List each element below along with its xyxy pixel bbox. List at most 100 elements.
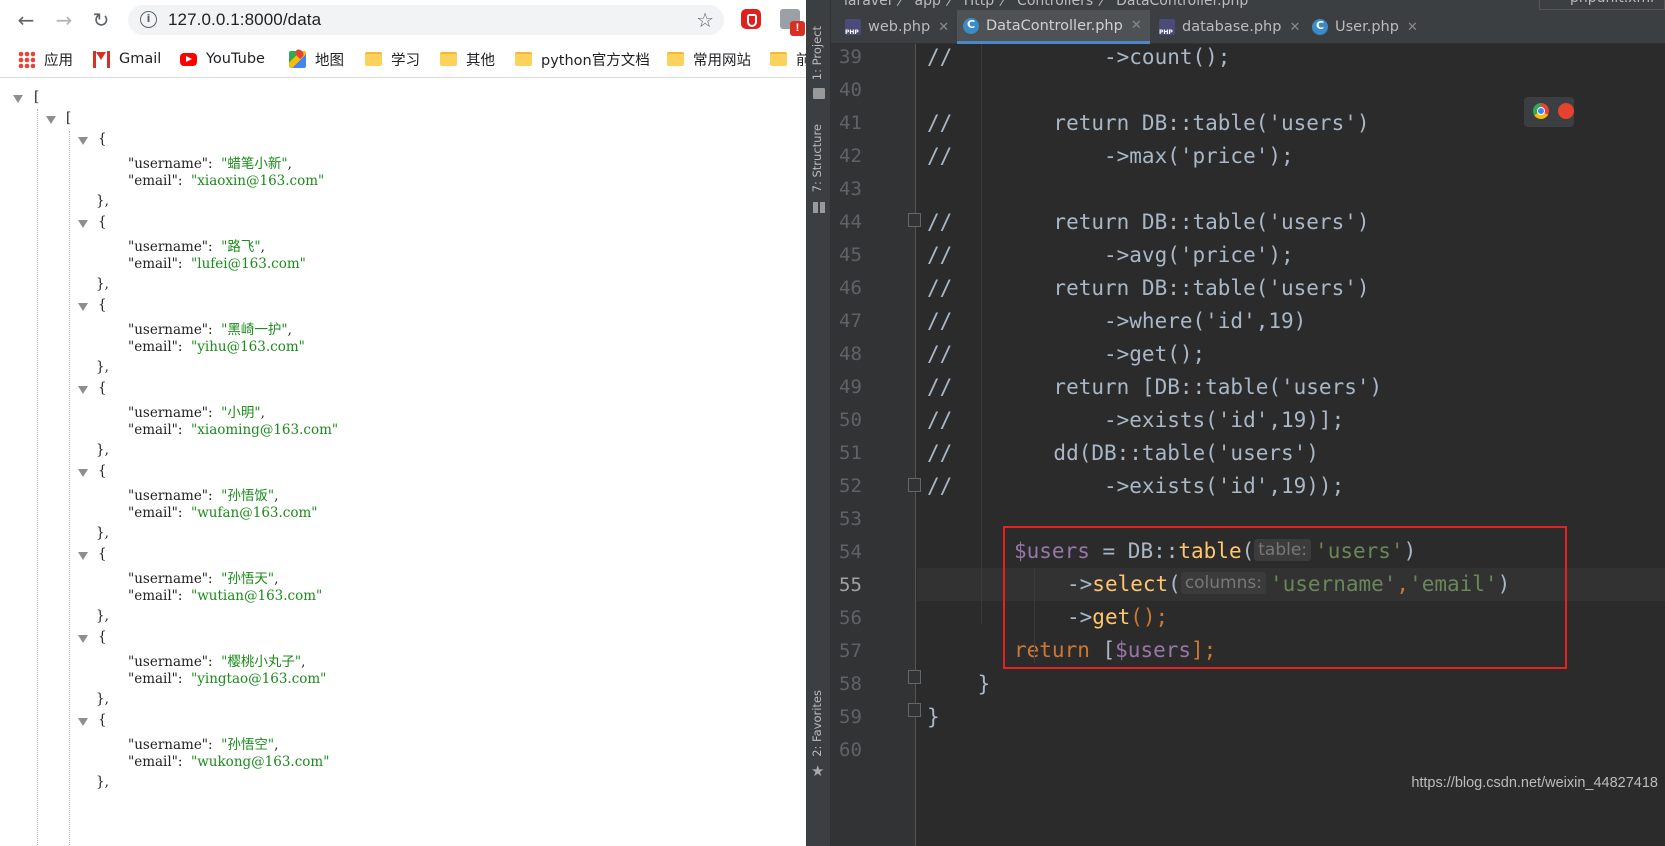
collapse-toggle-icon[interactable] <box>78 469 88 477</box>
code-line: // ->max('price'); <box>927 144 1294 168</box>
favorites-tool-button[interactable]: 2: Favorites <box>810 690 824 757</box>
collapse-toggle-icon[interactable] <box>78 718 88 726</box>
line-number: 58 <box>839 673 862 695</box>
tab-label: web.php <box>868 19 931 35</box>
browser-window: ← → ↻ i 127.0.0.1:8000/data ☆ ! 应用 Gmail Y… <box>0 0 806 846</box>
collapse-toggle-icon[interactable] <box>46 116 56 124</box>
json-brace: { <box>98 712 107 728</box>
structure-tool-button[interactable]: 7: Structure <box>810 124 824 192</box>
bookmark-label: 地图 <box>315 52 344 69</box>
username-value: "黑崎一护" <box>221 322 288 338</box>
collapse-toggle-icon[interactable] <box>78 386 88 394</box>
line-number: 46 <box>839 277 862 299</box>
close-icon[interactable]: ✕ <box>1407 20 1418 35</box>
collapse-toggle-icon[interactable] <box>78 137 88 145</box>
folder-icon <box>365 52 382 66</box>
forward-arrow-icon[interactable]: → <box>51 8 77 32</box>
json-brace: }, <box>96 193 109 209</box>
json-brace: }, <box>96 691 109 707</box>
json-email-row: "email": "yingtao@163.com" <box>128 671 327 687</box>
username-value: "蜡笔小新" <box>221 156 288 172</box>
url-text[interactable]: 127.0.0.1:8000/data <box>168 10 321 30</box>
line-number: 42 <box>839 145 862 167</box>
json-username-row: "username": "路飞", <box>128 239 265 255</box>
bookmark-item[interactable]: 地图 <box>289 49 344 69</box>
bookmark-item[interactable]: 前 <box>770 49 806 69</box>
tab-label: DataController.php <box>986 17 1123 34</box>
folder-icon <box>515 52 532 66</box>
json-email-row: "email": "wukong@163.com" <box>128 754 330 770</box>
line-number: 54 <box>839 541 862 563</box>
code-editor[interactable]: $users = DB::table(table:'users') ->sele… <box>917 44 1665 846</box>
code-line: // ->avg('price'); <box>927 243 1294 267</box>
bookmark-item[interactable]: 其他 <box>440 49 495 69</box>
json-email-row: "email": "yihu@163.com" <box>128 339 305 355</box>
line-number: 49 <box>839 376 862 398</box>
project-tool-button[interactable]: 1: Project <box>810 26 824 80</box>
address-bar[interactable]: i 127.0.0.1:8000/data ☆ <box>128 5 724 35</box>
maps-icon <box>289 50 306 68</box>
editor-tab[interactable]: web.php ✕ <box>839 10 952 44</box>
collapse-toggle-icon[interactable] <box>78 220 88 228</box>
bookmark-item[interactable]: YouTube <box>180 49 265 69</box>
json-guide-line <box>37 109 38 846</box>
breadcrumb: laravel 〉 app 〉 Http 〉 Controllers 〉 Dat… <box>831 0 1665 10</box>
collapse-toggle-icon[interactable] <box>78 552 88 560</box>
json-username-row: "username": "樱桃小丸子", <box>128 654 306 670</box>
email-value: "wukong@163.com" <box>191 754 330 770</box>
editor-tab[interactable]: database.php ✕ <box>1153 10 1303 44</box>
bookmark-label: Gmail <box>119 51 162 67</box>
bookmark-item[interactable]: 常用网站 <box>667 49 751 69</box>
bookmark-label: 其他 <box>466 52 495 69</box>
code-line: // ->count(); <box>927 45 1231 69</box>
json-username-row: "username": "孙悟饭", <box>128 488 279 504</box>
adblock-extension-icon[interactable] <box>741 9 761 29</box>
json-brace: { <box>98 380 107 396</box>
editor-tab[interactable]: DataController.php ✕ <box>957 10 1150 44</box>
watermark: https://blog.csdn.net/weixin_44827418 <box>1411 775 1658 791</box>
json-brace: { <box>98 546 107 562</box>
json-username-row: "username": "孙悟天", <box>128 571 279 587</box>
line-number: 41 <box>839 112 862 134</box>
line-number: 50 <box>839 409 862 431</box>
phpunit-tab[interactable]: phpunit.xml <box>1538 0 1665 10</box>
line-number: 59 <box>839 706 862 728</box>
bookmark-item[interactable]: python官方文档 <box>515 49 650 69</box>
folder-icon <box>440 52 457 66</box>
json-brace: { <box>98 297 107 313</box>
email-value: "yihu@163.com" <box>191 339 305 355</box>
json-brace: }, <box>96 608 109 624</box>
browser-icon[interactable] <box>1558 103 1574 119</box>
ide-window: laravel 〉 app 〉 Http 〉 Controllers 〉 Dat… <box>806 0 1665 846</box>
close-icon[interactable]: ✕ <box>938 20 949 35</box>
bookmark-label: python官方文档 <box>541 52 650 69</box>
site-info-icon[interactable]: i <box>140 11 157 28</box>
editor-tab[interactable]: User.php ✕ <box>1306 10 1426 44</box>
back-arrow-icon[interactable]: ← <box>13 8 39 32</box>
email-value: "lufei@163.com" <box>191 256 306 272</box>
breadcrumb-text[interactable]: laravel 〉 app 〉 Http 〉 Controllers 〉 Dat… <box>844 0 1248 10</box>
bookmark-item[interactable]: Gmail <box>93 49 161 69</box>
collapse-toggle-icon[interactable] <box>78 303 88 311</box>
close-icon[interactable]: ✕ <box>1289 20 1300 35</box>
collapse-toggle-icon[interactable] <box>78 635 88 643</box>
folder-icon <box>813 88 825 99</box>
bookmark-item[interactable]: 学习 <box>365 49 420 69</box>
bookmark-item[interactable]: 应用 <box>18 49 73 69</box>
chrome-icon[interactable] <box>1533 103 1549 119</box>
bookmark-star-icon[interactable]: ☆ <box>696 8 714 32</box>
json-brace: }, <box>96 442 109 458</box>
email-value: "yingtao@163.com" <box>191 671 327 687</box>
code-line: } <box>927 705 940 729</box>
json-email-row: "email": "lufei@163.com" <box>128 256 306 272</box>
reload-icon[interactable]: ↻ <box>88 8 114 32</box>
code-line: // dd(DB::table('users') <box>927 441 1319 465</box>
gmail-icon <box>93 50 110 68</box>
username-value: "路飞" <box>221 239 261 255</box>
json-viewer: [[{"username": "蜡笔小新", "email": "xiaoxin@… <box>0 79 806 846</box>
username-value: "樱桃小丸子" <box>221 654 302 670</box>
line-number: 40 <box>839 79 862 101</box>
close-icon[interactable]: ✕ <box>1131 18 1142 33</box>
collapse-toggle-icon[interactable] <box>13 95 23 103</box>
code-line: // ->exists('id',19)]; <box>927 408 1345 432</box>
